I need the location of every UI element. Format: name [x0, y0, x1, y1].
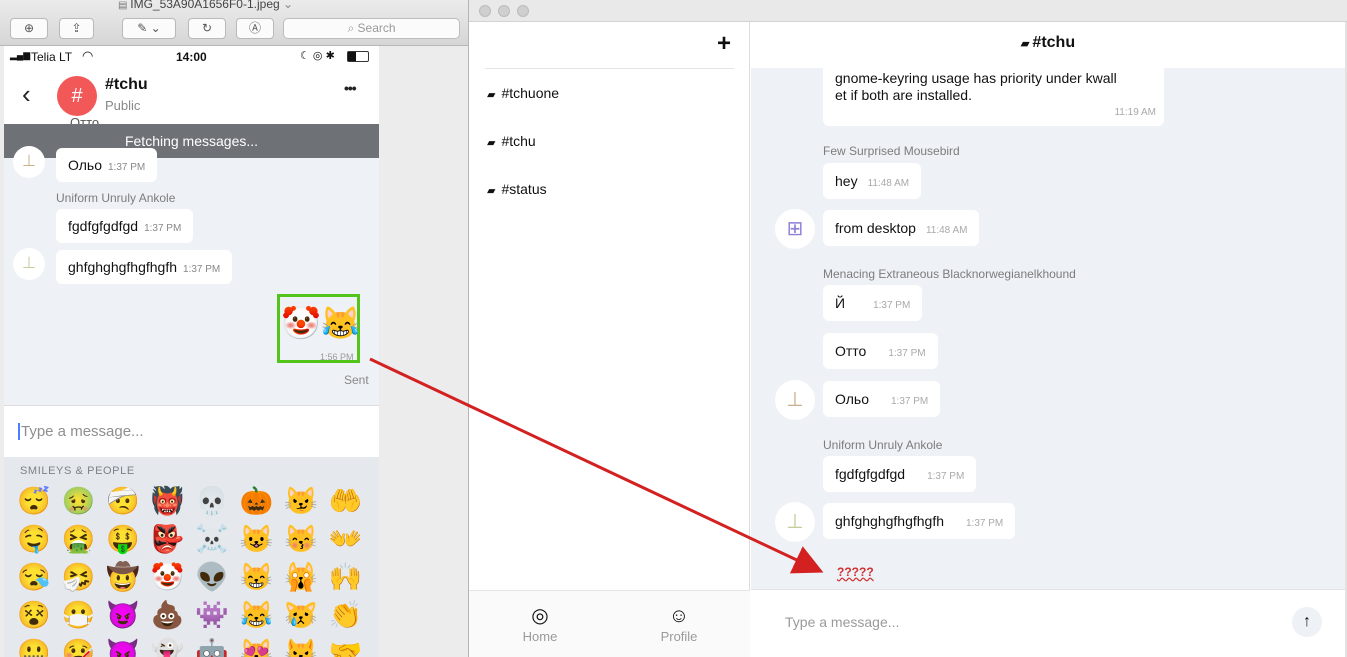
- annotation-arrow-line: [369, 357, 824, 574]
- annotation-arrow: [369, 357, 824, 574]
